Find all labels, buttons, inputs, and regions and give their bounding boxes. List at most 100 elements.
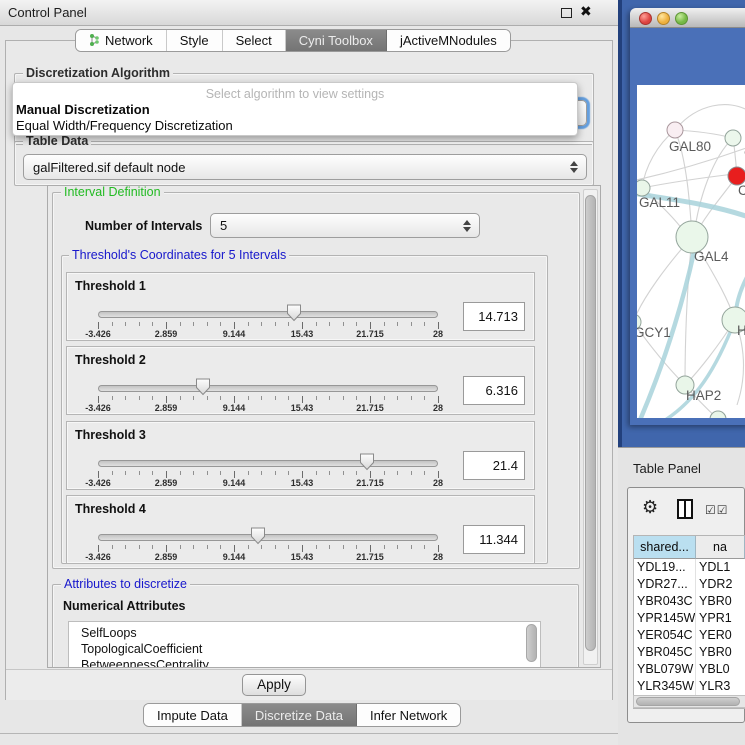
slider-tick — [139, 322, 140, 326]
close-traffic-light-icon[interactable] — [639, 12, 652, 25]
slider-tick — [193, 322, 194, 326]
slider-tick-label: 2.859 — [155, 403, 178, 413]
threshold-value-field[interactable]: 14.713 — [463, 302, 525, 331]
zoom-traffic-light-icon[interactable] — [675, 12, 688, 25]
numerical-attributes-list[interactable]: SelfLoopsTopologicalCoefficientBetweenne… — [68, 621, 541, 668]
float-window-icon[interactable] — [561, 8, 572, 18]
attribute-list-item[interactable]: SelfLoops — [69, 625, 540, 641]
tab-infer-network[interactable]: Infer Network — [357, 704, 460, 726]
network-node-label: HAP2 — [686, 388, 721, 403]
table-cell: YPR145W — [634, 610, 696, 627]
gear-icon[interactable]: ⚙ — [642, 497, 658, 518]
network-node[interactable] — [725, 130, 741, 146]
node-table[interactable]: shared...naYDL19...YDL1YDR27...YDR2YBR04… — [633, 535, 745, 709]
threshold-slider[interactable]: -3.4262.8599.14415.4321.71528 — [98, 496, 438, 565]
network-node[interactable] — [710, 411, 726, 418]
minimize-traffic-light-icon[interactable] — [657, 12, 670, 25]
table-row[interactable]: YLR345WYLR3 — [634, 678, 745, 695]
scrollbar-thumb[interactable] — [636, 697, 740, 706]
table-column-header[interactable]: na — [696, 536, 745, 559]
slider-thumb[interactable] — [250, 527, 266, 545]
slider-tick — [370, 545, 371, 552]
slider-tick — [234, 396, 235, 403]
tab-discretize-data[interactable]: Discretize Data — [242, 704, 357, 726]
table-row[interactable]: YBL079WYBL0 — [634, 661, 745, 678]
apply-bar: Apply — [6, 669, 612, 700]
network-node-label: GAL11 — [639, 195, 680, 210]
slider-track[interactable] — [98, 385, 438, 392]
window-bottom-edge — [0, 733, 618, 734]
table-data-combo[interactable]: galFiltered.sif default node — [23, 154, 587, 180]
slider-tick — [180, 471, 181, 475]
columns-icon[interactable] — [677, 499, 693, 519]
popup-option-equal-width[interactable]: Equal Width/Frequency Discretization — [16, 118, 233, 133]
slider-thumb[interactable] — [195, 378, 211, 396]
tab-select[interactable]: Select — [223, 30, 286, 51]
table-cell: YDL19... — [634, 559, 696, 576]
network-node[interactable] — [667, 122, 683, 138]
slider-track[interactable] — [98, 534, 438, 541]
threshold-slider[interactable]: -3.4262.8599.14415.4321.71528 — [98, 347, 438, 416]
checkboxes-icon[interactable]: ☑☑ — [705, 503, 729, 517]
table-cell: YDR27... — [634, 576, 696, 593]
tab-cyni-toolbox[interactable]: Cyni Toolbox — [286, 30, 387, 51]
slider-tick — [316, 322, 317, 326]
table-cell: YER0 — [696, 627, 745, 644]
network-node[interactable] — [637, 180, 650, 196]
list-scrollbar[interactable] — [526, 624, 537, 662]
tab-impute-data[interactable]: Impute Data — [144, 704, 242, 726]
threshold-slider[interactable]: -3.4262.8599.14415.4321.71528 — [98, 273, 438, 342]
threshold-value-field[interactable]: 21.4 — [463, 451, 525, 480]
attribute-list-item[interactable]: BetweennessCentrality — [69, 657, 540, 668]
slider-tick — [370, 322, 371, 329]
apply-button[interactable]: Apply — [242, 674, 306, 696]
tab-jactivemnodules[interactable]: jActiveMNodules — [387, 30, 510, 51]
popup-option-manual[interactable]: Manual Discretization — [16, 102, 150, 117]
settings-vertical-scrollbar[interactable] — [583, 189, 598, 665]
slider-track[interactable] — [98, 460, 438, 467]
slider-tick — [139, 396, 140, 400]
slider-tick — [370, 471, 371, 478]
slider-tick — [424, 545, 425, 549]
table-cell: YBR0 — [696, 644, 745, 661]
slider-thumb[interactable] — [286, 304, 302, 322]
network-node-label: GAL4 — [694, 249, 729, 264]
slider-tick — [207, 471, 208, 475]
table-row[interactable]: YDR27...YDR2 — [634, 576, 745, 593]
slider-tick — [397, 545, 398, 549]
scrollbar-thumb[interactable] — [585, 195, 596, 651]
slider-thumb[interactable] — [359, 453, 375, 471]
tab-network[interactable]: Network — [76, 30, 167, 51]
table-row[interactable]: YER054CYER0 — [634, 627, 745, 644]
slider-tick — [384, 396, 385, 400]
threshold-value-field[interactable]: 6.316 — [463, 376, 525, 405]
number-of-intervals-combo[interactable]: 5 — [210, 213, 480, 238]
table-row[interactable]: YPR145WYPR1 — [634, 610, 745, 627]
slider-tick — [288, 545, 289, 549]
table-data-title: Table Data — [23, 134, 91, 149]
table-row[interactable]: YDL19...YDL1 — [634, 559, 745, 576]
table-row[interactable]: YBR045CYBR0 — [634, 644, 745, 661]
panel-title: Control Panel — [8, 5, 87, 20]
network-node-label: GAL80 — [669, 139, 711, 154]
tab-label: Discretize Data — [255, 708, 343, 723]
slider-tick — [275, 396, 276, 400]
slider-track[interactable] — [98, 311, 438, 318]
combo-stepper-icon — [569, 161, 579, 173]
threshold-panel-2: Threshold 2-3.4262.8599.14415.4321.71528… — [66, 346, 535, 415]
table-column-header[interactable]: shared... — [634, 536, 696, 559]
network-view-canvas[interactable]: GAL80GACGAL11GAL4GCY1HHAP2 — [637, 85, 745, 418]
close-icon[interactable]: ✖ — [580, 3, 592, 20]
slider-tick — [261, 471, 262, 475]
slider-tick — [180, 396, 181, 400]
attribute-list-item[interactable]: TopologicalCoefficient — [69, 641, 540, 657]
slider-tick-label: 28 — [433, 403, 443, 413]
threshold-slider[interactable]: -3.4262.8599.14415.4321.71528 — [98, 422, 438, 491]
table-horizontal-scrollbar[interactable] — [633, 695, 745, 708]
network-node-label: H — [737, 323, 745, 338]
tab-style[interactable]: Style — [167, 30, 223, 51]
slider-tick — [234, 545, 235, 552]
threshold-value-field[interactable]: 11.344 — [463, 525, 525, 554]
slider-tick — [356, 471, 357, 475]
table-row[interactable]: YBR043CYBR0 — [634, 593, 745, 610]
